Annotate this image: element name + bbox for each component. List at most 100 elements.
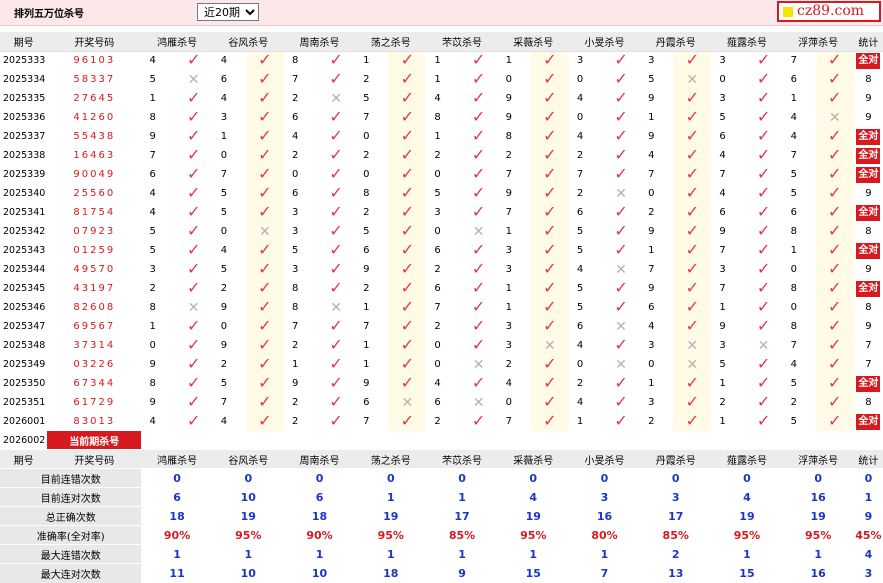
check-icon: ✓ (828, 355, 842, 373)
kill-number-cell: 2 (568, 146, 602, 165)
stat-count: 8 (865, 226, 872, 237)
check-icon: ✓ (828, 89, 842, 107)
result-cell: ✓ (174, 165, 213, 184)
stat-count: 9 (865, 321, 872, 332)
kill-number-cell: 7 (568, 165, 602, 184)
check-icon: ✓ (685, 222, 699, 240)
kill-number-cell: 1 (711, 412, 745, 431)
table-row: 2025341 81754 4 ✓ 5 ✓ 3 ✓ 2 ✓ 3 ✓ 7 ✓ 6 ✓ 2 ✓ 6 ✓ 6 ✓ 全对 (0, 203, 883, 222)
kill-number-cell: 5 (568, 279, 602, 298)
check-icon: ✓ (186, 260, 201, 278)
current-kill-number: 1 (497, 431, 531, 450)
stats-value: 90% (283, 525, 356, 545)
current-kill-number: 2 (355, 431, 389, 450)
result-cell: ✓ (174, 393, 213, 412)
kill-number-cell: 0 (497, 70, 531, 89)
check-icon: ✓ (329, 203, 343, 221)
col-header-expert: 薤露杀号 (711, 32, 783, 52)
result-cell: ✓ (388, 355, 427, 374)
kill-number-cell: 0 (568, 70, 602, 89)
col-header-draw: 开奖号码 (47, 32, 142, 52)
result-cell: ✓ (388, 412, 427, 431)
check-icon: ✓ (756, 355, 771, 373)
stats-row: 总正确次数 18 19 18 19 17 19 16 17 19 19 9 (0, 506, 883, 526)
kill-number-cell: 0 (355, 127, 389, 146)
kill-number-cell: 7 (283, 317, 318, 336)
result-cell: ✓ (744, 184, 783, 203)
check-icon: ✓ (186, 222, 201, 240)
site-logo[interactable]: cz89.com (777, 1, 881, 22)
check-icon: ✓ (471, 412, 486, 430)
kill-number-cell: 3 (283, 222, 318, 241)
logo-mark-icon (783, 7, 793, 17)
current-gap-cell (815, 431, 854, 450)
draw-number-cell: 58337 (73, 74, 116, 85)
result-cell: ✕ (530, 336, 569, 355)
kill-number-cell: 3 (497, 336, 531, 355)
result-cell: ✓ (673, 165, 712, 184)
kill-number-cell: 9 (355, 260, 389, 279)
stats-header-expert: 荡之杀号 (355, 449, 427, 469)
kill-number-cell: 7 (497, 412, 531, 431)
check-icon: ✓ (756, 298, 771, 316)
result-cell: ✓ (317, 336, 356, 355)
kill-number-cell: 2 (568, 374, 602, 393)
result-cell: ✓ (530, 260, 569, 279)
period-select[interactable]: 近20期 (197, 3, 259, 21)
kill-number-cell: 2 (355, 279, 389, 298)
kill-number-cell: 5 (568, 241, 602, 260)
check-icon: ✓ (614, 374, 628, 392)
check-icon: ✓ (685, 184, 699, 202)
stats-value: 0 (640, 468, 712, 488)
result-cell: ✓ (744, 279, 783, 298)
stats-value: 1 (568, 544, 641, 564)
result-cell: ✓ (601, 165, 641, 184)
check-icon: ✓ (400, 108, 415, 126)
kill-number-cell: 6 (426, 241, 460, 260)
stat-cell: 7 (854, 336, 883, 355)
stat-count: 9 (865, 264, 872, 275)
check-icon: ✓ (471, 70, 486, 88)
table-row: 2025347 69567 1 ✓ 0 ✓ 7 ✓ 7 ✓ 2 ✓ 3 ✓ 6 ✕ 4 ✓ 9 ✓ 8 ✓ 9 (0, 317, 883, 336)
kill-number-cell: 1 (426, 70, 460, 89)
cross-icon: ✕ (615, 356, 627, 373)
result-cell: ✓ (673, 260, 712, 279)
stats-header-expert: 采薇杀号 (497, 449, 569, 469)
result-cell: ✓ (317, 241, 356, 260)
kill-number-cell: 0 (426, 165, 460, 184)
kill-number-cell: 0 (426, 222, 460, 241)
check-icon: ✓ (828, 165, 842, 183)
result-cell: ✓ (601, 336, 641, 355)
current-kill-number: 7 (568, 431, 602, 450)
check-icon: ✓ (258, 412, 272, 430)
check-icon: ✓ (186, 412, 201, 430)
kill-number-cell: 5 (711, 108, 745, 127)
kill-number-cell: 4 (568, 89, 602, 108)
current-kill-number: 0 (711, 431, 745, 450)
check-icon: ✓ (400, 279, 415, 297)
result-cell: ✓ (317, 374, 356, 393)
stat-count: 9 (865, 188, 872, 199)
issue-cell: 2025340 (0, 184, 48, 203)
result-cell: ✓ (815, 51, 854, 70)
cross-icon: ✕ (828, 109, 841, 126)
kill-number-cell: 5 (782, 184, 816, 203)
kill-number-cell: 5 (212, 184, 246, 203)
check-icon: ✓ (543, 374, 557, 392)
issue-cell: 2025343 (0, 241, 48, 260)
cross-icon: ✕ (757, 337, 770, 354)
result-cell: ✓ (245, 203, 284, 222)
result-cell: ✓ (601, 89, 641, 108)
stats-value: 19 (782, 506, 854, 526)
cross-icon: ✕ (543, 337, 556, 354)
kill-number-cell: 5 (212, 374, 246, 393)
check-icon: ✓ (756, 89, 771, 107)
check-icon: ✓ (329, 412, 343, 430)
result-cell: ✕ (317, 89, 356, 108)
check-icon: ✓ (543, 260, 557, 278)
kill-number-cell: 8 (141, 298, 175, 317)
stat-cell: 全对 (854, 241, 883, 260)
result-cell: ✓ (673, 203, 712, 222)
table-row: 2025334 58337 5 ✕ 6 ✓ 7 ✓ 2 ✓ 1 ✓ 0 ✓ 0 ✓ 5 ✕ 0 ✓ 6 ✓ 8 (0, 70, 883, 89)
check-icon: ✓ (471, 317, 486, 335)
